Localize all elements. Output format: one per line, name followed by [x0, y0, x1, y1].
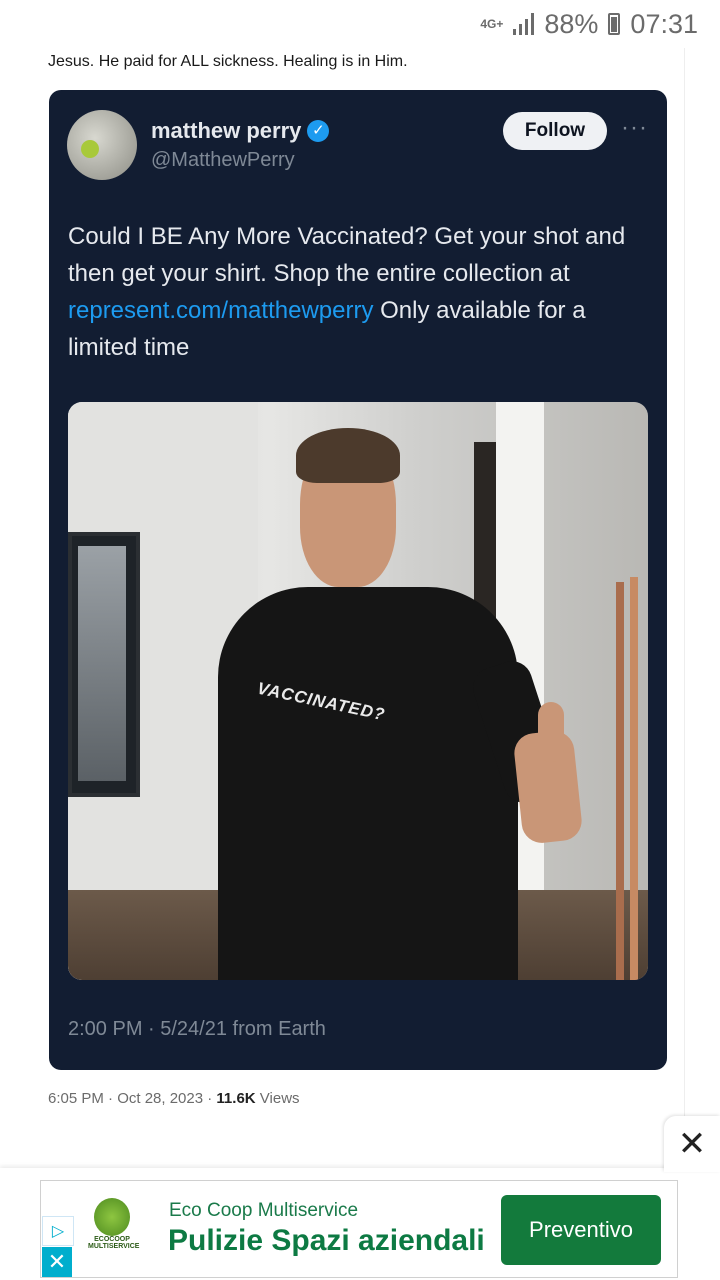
network-indicator: 4G+: [480, 17, 504, 31]
ad-logo-text: ECOCOOP MULTISERVICE: [88, 1236, 140, 1250]
author-name-label: matthew perry: [151, 118, 302, 143]
view-count: 11.6K: [216, 1090, 256, 1107]
tweet-text-part: Could I BE Any More Vaccinated? Get your…: [68, 223, 626, 287]
close-ad-icon[interactable]: ✕: [664, 1116, 720, 1172]
divider: [684, 48, 685, 1168]
tweet-author-handle: @MatthewPerry: [151, 149, 295, 171]
avatar[interactable]: [67, 110, 137, 180]
tweet-author-name[interactable]: matthew perry ✓: [151, 118, 330, 144]
photo-mirror: [68, 532, 140, 797]
post-text: Jesus. He paid for ALL sickness. Healing…: [48, 53, 408, 70]
views-label: Views: [255, 1090, 300, 1107]
tweet-body: Could I BE Any More Vaccinated? Get your…: [68, 218, 653, 366]
clock: 07:31: [630, 8, 698, 39]
follow-button[interactable]: Follow: [503, 112, 607, 150]
ad-cta-button[interactable]: Preventivo: [501, 1195, 661, 1265]
photo-cue-stick: [630, 577, 638, 980]
more-options-icon[interactable]: ···: [621, 114, 648, 142]
battery-icon: [608, 13, 621, 35]
battery-percent: 88%: [544, 8, 599, 39]
adchoices-icon[interactable]: ▷: [42, 1216, 74, 1246]
verified-badge-icon: ✓: [307, 120, 330, 142]
ad-headline[interactable]: Pulizie Spazi aziendali: [168, 1224, 485, 1258]
post-metadata: 6:05 PM · Oct 28, 2023 · 11.6K Views: [48, 1090, 300, 1107]
photo-person-hair: [296, 428, 400, 483]
post-date: 6:05 PM · Oct 28, 2023 ·: [48, 1090, 217, 1107]
photo-cue-stick: [616, 582, 624, 980]
photo-thumbs-up: [538, 702, 564, 762]
photo-person-shirt: [218, 587, 518, 980]
tweet-timestamp: 2:00 PM · 5/24/21 from Earth: [68, 1018, 326, 1040]
tweet-photo[interactable]: VACCINATED?: [68, 402, 648, 980]
embedded-tweet-card[interactable]: matthew perry ✓ @MatthewPerry Follow ···…: [49, 90, 667, 1070]
signal-icon: [513, 13, 535, 35]
tweet-link[interactable]: represent.com/matthewperry: [68, 297, 373, 324]
status-bar: 4G+ 88% 07:31: [0, 0, 720, 48]
ad-brand[interactable]: Eco Coop Multiservice: [169, 1200, 358, 1222]
tree-logo-icon: [94, 1198, 130, 1236]
ad-logo[interactable]: ECOCOOP MULTISERVICE: [88, 1196, 140, 1258]
ad-dismiss-icon[interactable]: ✕: [42, 1247, 72, 1277]
